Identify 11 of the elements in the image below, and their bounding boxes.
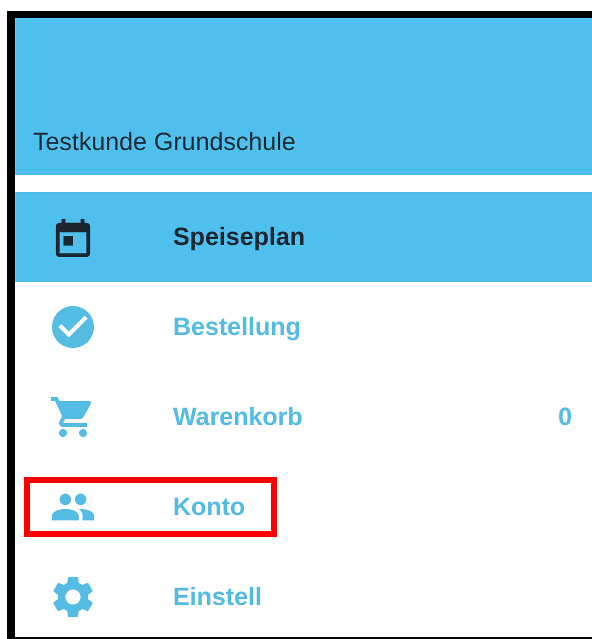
menu-item-label: Bestellung bbox=[173, 312, 302, 342]
menu-item-label: Konto bbox=[173, 492, 246, 522]
menu-item-label: Warenkorb bbox=[173, 402, 304, 432]
gear-icon bbox=[52, 576, 94, 618]
calendar-icon bbox=[53, 217, 93, 257]
menu-item-label: Speiseplan bbox=[173, 222, 306, 252]
account-name: Testkunde Grundschule bbox=[33, 128, 296, 157]
item-count: 0 bbox=[558, 402, 572, 432]
menu-item[interactable]: Speiseplan bbox=[15, 192, 592, 282]
menu-item-label: Einstell bbox=[173, 582, 263, 612]
people-icon bbox=[52, 492, 94, 522]
